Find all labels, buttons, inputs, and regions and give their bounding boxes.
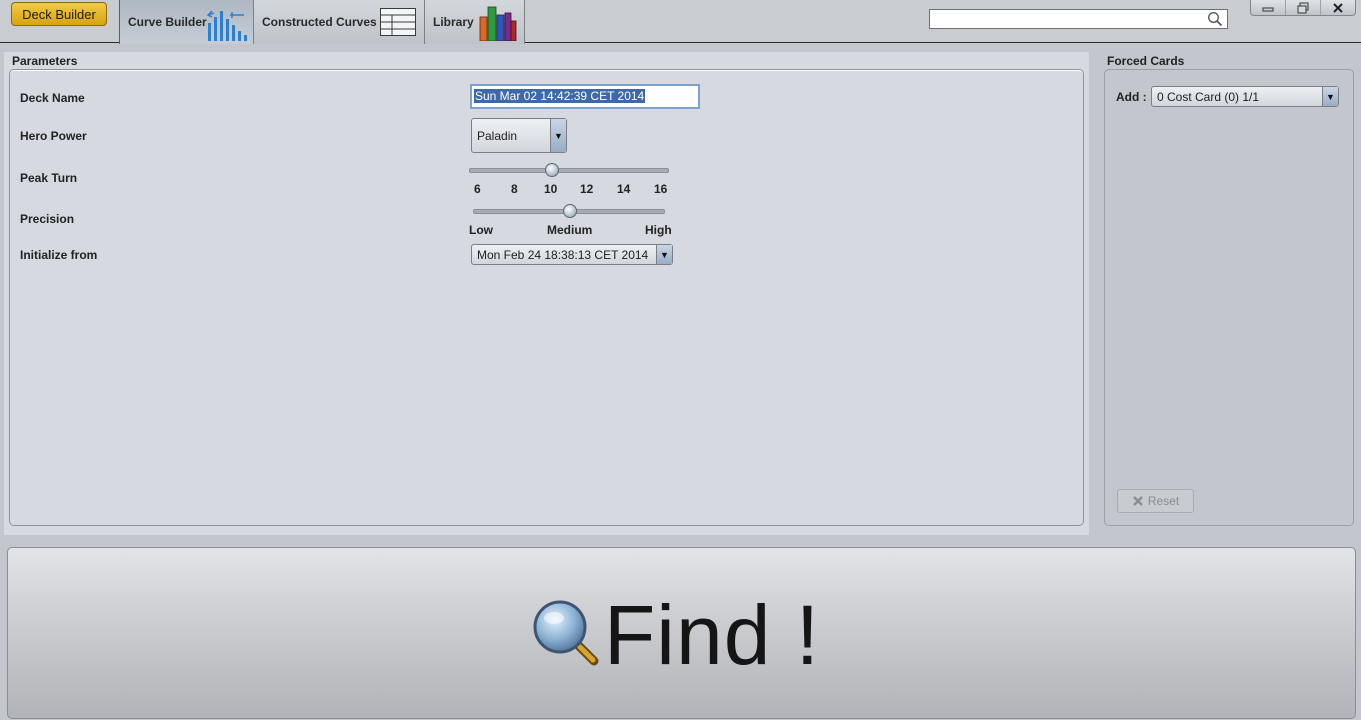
deck-builder-button[interactable]: Deck Builder — [11, 2, 107, 26]
precision-tick-low: Low — [469, 223, 493, 237]
deck-name-value: Sun Mar 02 14:42:39 CET 2014 — [474, 89, 646, 103]
precision-label: Precision — [20, 212, 75, 226]
peak-turn-thumb[interactable] — [545, 163, 560, 177]
bar-chart-icon — [206, 10, 247, 41]
table-icon — [380, 8, 416, 36]
chevron-down-icon: ▼ — [1322, 87, 1338, 106]
deck-name-field[interactable]: Sun Mar 02 14:42:39 CET 2014 — [470, 84, 700, 109]
search-icon — [1208, 12, 1223, 27]
window-controls — [1250, 0, 1356, 16]
peak-tick: 16 — [654, 182, 668, 196]
tab-constructed-curves[interactable]: Constructed Curves — [253, 0, 425, 44]
find-label: Find ! — [604, 588, 821, 682]
close-icon — [1132, 496, 1143, 506]
reset-label: Reset — [1147, 494, 1180, 508]
chevron-down-icon: ▼ — [550, 119, 566, 152]
precision-tick-medium: Medium — [547, 223, 593, 237]
restore-icon — [1297, 2, 1309, 13]
peak-tick: 14 — [617, 182, 631, 196]
minimize-icon — [1262, 7, 1274, 11]
tab-constructed-curves-label: Constructed Curves — [262, 15, 377, 29]
forced-cards-title: Forced Cards — [1107, 54, 1185, 68]
parameters-title: Parameters — [12, 54, 78, 68]
minimize-button[interactable] — [1251, 0, 1286, 15]
deck-builder-label: Deck Builder — [22, 6, 96, 22]
tab-library-label: Library — [433, 15, 474, 29]
hero-power-label: Hero Power — [20, 129, 87, 143]
magnifier-icon — [533, 600, 599, 666]
forced-cards-group — [1104, 69, 1354, 526]
close-icon — [1333, 2, 1343, 13]
tab-library[interactable]: Library — [424, 0, 525, 44]
peak-turn-label: Peak Turn — [20, 171, 78, 185]
peak-tick: 6 — [474, 182, 481, 196]
peak-turn-track — [469, 168, 669, 173]
precision-tick-high: High — [645, 223, 672, 237]
chevron-down-icon: ▼ — [656, 245, 672, 264]
initialize-from-select[interactable]: Mon Feb 24 18:38:13 CET 2014 ▼ — [471, 244, 673, 265]
add-card-value: 0 Cost Card (0) 1/1 — [1157, 89, 1260, 104]
peak-tick: 10 — [544, 182, 558, 196]
add-card-select[interactable]: 0 Cost Card (0) 1/1 ▼ — [1151, 86, 1339, 107]
tab-curve-builder[interactable]: Curve Builder — [119, 0, 254, 44]
search-input[interactable] — [929, 9, 1228, 29]
peak-tick: 12 — [580, 182, 594, 196]
add-label: Add : — [1116, 90, 1147, 104]
initialize-from-label: Initialize from — [20, 248, 98, 262]
restore-button[interactable] — [1286, 0, 1321, 15]
deck-name-label: Deck Name — [20, 91, 85, 105]
close-button[interactable] — [1321, 0, 1355, 15]
precision-thumb[interactable] — [563, 204, 577, 218]
hero-power-value: Paladin — [477, 128, 518, 143]
initialize-from-value: Mon Feb 24 18:38:13 CET 2014 — [477, 247, 649, 262]
books-icon — [479, 6, 517, 41]
reset-button[interactable]: Reset — [1117, 489, 1194, 513]
hero-power-select[interactable]: Paladin ▼ — [471, 118, 567, 153]
tab-curve-builder-label: Curve Builder — [128, 15, 207, 29]
peak-turn-slider[interactable] — [469, 163, 669, 194]
peak-tick: 8 — [511, 182, 518, 196]
